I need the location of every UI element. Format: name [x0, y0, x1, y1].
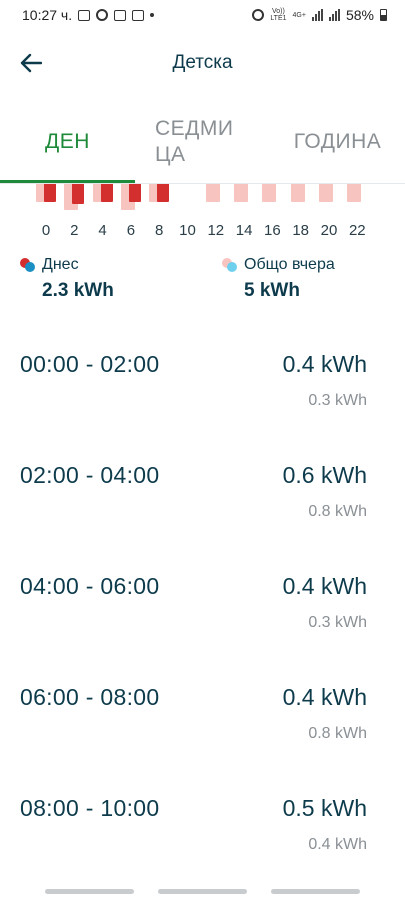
consumption-value: 0.4 kWh [282, 684, 367, 710]
lte-label: LTE1 [270, 15, 287, 22]
signal-strength-icon-2 [328, 9, 340, 21]
status-left: 10:27 ч. [22, 7, 155, 23]
time-range: 06:00 - 08:00 [20, 684, 160, 710]
bar-today [157, 184, 170, 202]
tab-week-label: СЕДМИ ЦА [155, 117, 234, 166]
list-item: 02:00 - 04:00 0.6 kWh 0.8 kWh [0, 441, 405, 552]
previous-consumption-value: 0.3 kWh [308, 614, 367, 631]
consumption-value: 0.6 kWh [282, 462, 367, 488]
battery-icon [380, 9, 387, 21]
legend-yesterday-value: 5 kWh [244, 280, 300, 301]
consumption-value: 0.4 kWh [282, 573, 367, 599]
bar-yesterday [319, 184, 333, 202]
x-tick-label: 18 [292, 222, 310, 239]
previous-consumption-value: 0.8 kWh [308, 503, 367, 520]
bar-today [72, 184, 85, 204]
bottom-fade [0, 876, 405, 900]
x-tick-label: 20 [320, 222, 338, 239]
tab-year[interactable]: ГОДИНА [270, 100, 405, 184]
today-dots-icon [20, 257, 36, 273]
period-tabs: ДЕН СЕДМИ ЦА ГОДИНА [0, 100, 405, 184]
list-item: 06:00 - 08:00 0.4 kWh 0.8 kWh [0, 663, 405, 774]
status-bar: 10:27 ч. Vo)) LTE1 4G+ 58% [0, 0, 405, 30]
x-tick-label: 0 [41, 222, 51, 239]
network-type: Vo)) LTE1 [270, 8, 286, 22]
bar-yesterday [347, 184, 362, 202]
app-notification-icon [132, 9, 145, 21]
nav-handle-right[interactable] [271, 889, 360, 894]
consumption-list: 00:00 - 02:00 0.4 kWh 0.3 kWh 02:00 - 04:00… [0, 330, 405, 885]
bar-today [100, 184, 113, 202]
previous-consumption-value: 0.8 kWh [308, 725, 367, 742]
time-range: 04:00 - 06:00 [20, 573, 160, 599]
nav-handle-center[interactable] [158, 889, 247, 894]
legend-today-label: Днес [42, 256, 79, 273]
bar-yesterday [290, 184, 305, 202]
network-generation: 4G+ [292, 11, 306, 19]
legend-yesterday: Общо вчера 5 kWh [222, 256, 335, 302]
x-tick-label: 14 [235, 222, 253, 239]
x-tick-label: 16 [264, 222, 281, 239]
previous-consumption-value: 0.4 kWh [308, 836, 367, 853]
time-range: 00:00 - 02:00 [20, 351, 160, 377]
list-item: 00:00 - 02:00 0.4 kWh 0.3 kWh [0, 330, 405, 441]
bar-today [44, 184, 56, 202]
x-tick-label: 2 [70, 222, 79, 239]
legend-today-value: 2.3 kWh [42, 280, 114, 301]
x-tick-label: 6 [126, 222, 136, 239]
tab-week[interactable]: СЕДМИ ЦА [135, 100, 270, 184]
legend-today: Днес 2.3 kWh [20, 256, 114, 302]
x-tick-label: 22 [348, 222, 366, 239]
consumption-value: 0.5 kWh [282, 795, 367, 821]
x-tick-label: 10 [179, 222, 196, 239]
bar-yesterday [234, 184, 249, 202]
x-tick-label: 12 [207, 222, 225, 239]
nav-handle-left[interactable] [45, 889, 134, 894]
time-range: 02:00 - 04:00 [20, 462, 160, 488]
more-notifications-icon [150, 13, 155, 17]
status-right: Vo)) LTE1 4G+ 58% [252, 7, 387, 23]
bar-yesterday [205, 184, 220, 202]
tab-day[interactable]: ДЕН [0, 100, 135, 184]
sync-notification-icon [96, 9, 109, 21]
status-time: 10:27 ч. [22, 7, 73, 23]
yesterday-dots-icon [222, 257, 238, 273]
tab-year-label: ГОДИНА [293, 130, 382, 153]
battery-percent: 58% [345, 7, 374, 23]
x-tick-label: 4 [98, 222, 107, 239]
consumption-value: 0.4 kWh [282, 351, 367, 377]
signal-strength-icon [311, 9, 323, 21]
page-title: Детска [172, 52, 233, 73]
tab-day-label: ДЕН [45, 130, 90, 153]
consumption-chart: 0 2 4 6 8 10 12 14 16 18 20 22 [0, 184, 405, 244]
alarm-icon [252, 9, 265, 21]
list-item: 08:00 - 10:00 0.5 kWh 0.4 kWh [0, 774, 405, 885]
x-tick-label: 8 [155, 222, 164, 239]
app-header: Детска [0, 30, 405, 98]
bar-today [128, 184, 141, 202]
chart-legend: Днес 2.3 kWh Общо вчера 5 kWh [0, 256, 405, 306]
briefcase-notification-icon [114, 9, 127, 21]
bar-yesterday [262, 184, 277, 202]
previous-consumption-value: 0.3 kWh [308, 392, 367, 409]
list-item: 04:00 - 06:00 0.4 kWh 0.3 kWh [0, 552, 405, 663]
legend-yesterday-label: Общо вчера [244, 256, 335, 273]
time-range: 08:00 - 10:00 [20, 795, 160, 821]
image-notification-icon [78, 9, 91, 21]
volte-label: Vo)) [272, 8, 285, 15]
